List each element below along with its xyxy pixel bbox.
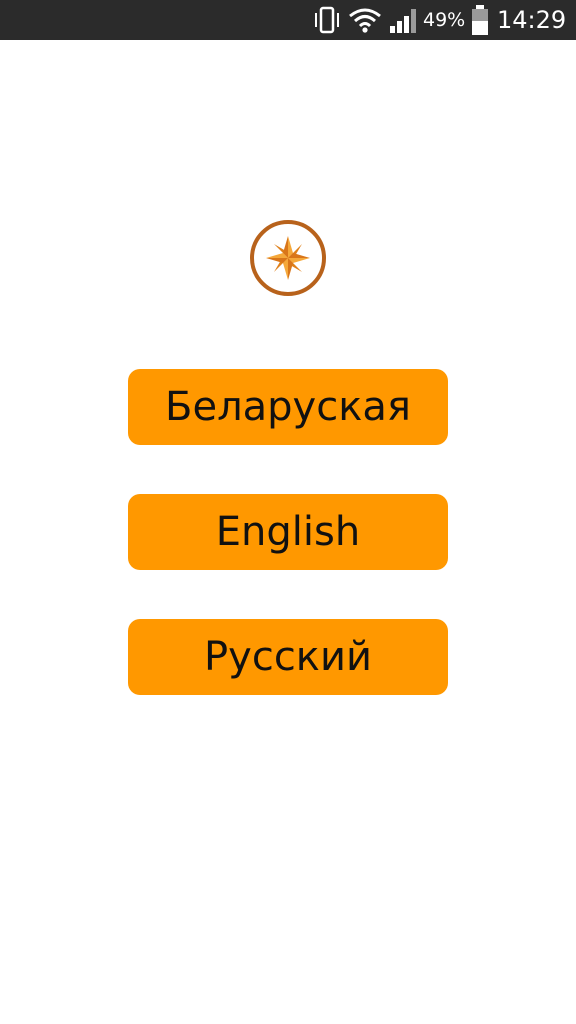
- belarusian-language-button[interactable]: Беларуская: [128, 369, 448, 445]
- language-selection-screen: Беларуская English Русский: [0, 40, 576, 1024]
- wifi-icon: [346, 0, 384, 40]
- russian-language-button[interactable]: Русский: [128, 619, 448, 695]
- clock: 14:29: [497, 6, 567, 34]
- english-language-button[interactable]: English: [128, 494, 448, 570]
- vibrate-icon: [310, 0, 344, 40]
- battery-icon: [468, 0, 492, 40]
- signal-icon: [387, 0, 421, 40]
- battery-percent: 49%: [423, 9, 466, 31]
- compass-star-icon: [249, 219, 327, 297]
- status-bar: 49% 14:29: [0, 0, 576, 40]
